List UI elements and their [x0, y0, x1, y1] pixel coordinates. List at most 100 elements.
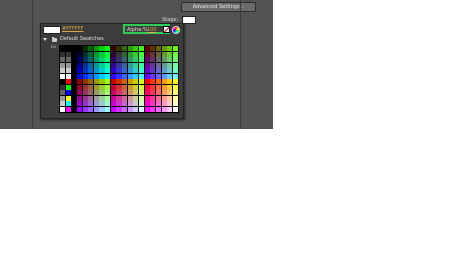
swatch-cell[interactable]: [172, 68, 178, 74]
swatch-cell[interactable]: [133, 62, 139, 68]
swatch-cell[interactable]: [127, 57, 133, 63]
swatch-cell[interactable]: [172, 79, 178, 85]
swatch-cell[interactable]: [110, 57, 116, 63]
swatch-cell[interactable]: [144, 62, 150, 68]
swatch-cell[interactable]: [76, 95, 83, 101]
swatch-cell[interactable]: [105, 95, 111, 101]
swatch-cell[interactable]: [122, 51, 128, 57]
swatch-cell[interactable]: [133, 73, 139, 79]
swatch-cell[interactable]: [133, 51, 139, 57]
swatch-cell[interactable]: [71, 51, 77, 57]
swatch-cell[interactable]: [105, 106, 111, 112]
swatch-cell[interactable]: [161, 51, 167, 57]
swatch-cell[interactable]: [138, 84, 145, 90]
swatch-cell[interactable]: [99, 62, 105, 68]
swatch-cell[interactable]: [167, 68, 173, 74]
swatch-cell[interactable]: [93, 73, 99, 79]
swatch-cell[interactable]: [99, 46, 105, 52]
swatch-cell[interactable]: [76, 68, 83, 74]
swatch-cell[interactable]: [93, 68, 99, 74]
swatch-cell[interactable]: [167, 90, 173, 96]
swatch-cell[interactable]: [155, 57, 162, 63]
swatch-cell[interactable]: [82, 106, 88, 112]
swatch-cell[interactable]: [122, 62, 128, 68]
swatch-cell[interactable]: [144, 84, 150, 90]
swatch-cell[interactable]: [167, 51, 173, 57]
swatch-cell[interactable]: [116, 90, 122, 96]
swatch-cell[interactable]: [110, 101, 116, 107]
swatch-cell[interactable]: [172, 90, 178, 96]
swatch-cell[interactable]: [65, 101, 71, 107]
swatch-cell[interactable]: [88, 73, 94, 79]
swatch-cell[interactable]: [76, 73, 83, 79]
swatch-cell[interactable]: [150, 95, 156, 101]
swatch-cell[interactable]: [144, 79, 150, 85]
no-color-icon[interactable]: [163, 26, 170, 33]
swatch-cell[interactable]: [99, 90, 105, 96]
swatch-cell[interactable]: [105, 73, 111, 79]
swatch-cell[interactable]: [122, 95, 128, 101]
swatch-cell[interactable]: [71, 79, 77, 85]
swatch-cell[interactable]: [150, 46, 156, 52]
swatch-cell[interactable]: [122, 68, 128, 74]
swatch-cell[interactable]: [82, 51, 88, 57]
swatch-cell[interactable]: [65, 51, 71, 57]
swatch-cell[interactable]: [138, 106, 145, 112]
swatch-cell[interactable]: [127, 106, 133, 112]
swatch-cell[interactable]: [155, 68, 162, 74]
swatch-cell[interactable]: [99, 79, 105, 85]
swatch-cell[interactable]: [155, 46, 162, 52]
swatch-cell[interactable]: [116, 106, 122, 112]
swatch-cell[interactable]: [133, 79, 139, 85]
swatch-cell[interactable]: [172, 106, 178, 112]
swatch-cell[interactable]: [144, 90, 150, 96]
swatch-cell[interactable]: [110, 73, 116, 79]
swatch-cell[interactable]: [76, 62, 83, 68]
alpha-value[interactable]: 100: [147, 27, 157, 33]
swatch-cell[interactable]: [127, 101, 133, 107]
swatch-cell[interactable]: [110, 68, 116, 74]
swatch-cell[interactable]: [122, 90, 128, 96]
swatch-cell[interactable]: [93, 79, 99, 85]
swatch-cell[interactable]: [133, 101, 139, 107]
swatch-cell[interactable]: [150, 68, 156, 74]
swatch-cell[interactable]: [60, 68, 66, 74]
swatch-cell[interactable]: [122, 106, 128, 112]
swatch-cell[interactable]: [82, 79, 88, 85]
swatch-cell[interactable]: [122, 57, 128, 63]
swatch-cell[interactable]: [60, 46, 66, 52]
swatch-cell[interactable]: [93, 95, 99, 101]
swatch-cell[interactable]: [167, 84, 173, 90]
swatch-cell[interactable]: [127, 95, 133, 101]
swatch-cell[interactable]: [105, 90, 111, 96]
swatch-cell[interactable]: [76, 46, 83, 52]
swatch-cell[interactable]: [155, 73, 162, 79]
swatch-cell[interactable]: [65, 68, 71, 74]
swatch-cell[interactable]: [65, 73, 71, 79]
swatch-cell[interactable]: [150, 101, 156, 107]
swatch-cell[interactable]: [150, 90, 156, 96]
swatch-cell[interactable]: [116, 46, 122, 52]
swatch-cell[interactable]: [88, 95, 94, 101]
swatch-cell[interactable]: [105, 79, 111, 85]
swatch-cell[interactable]: [144, 68, 150, 74]
swatch-cell[interactable]: [76, 57, 83, 63]
swatch-cell[interactable]: [144, 46, 150, 52]
swatch-cell[interactable]: [88, 46, 94, 52]
swatch-cell[interactable]: [105, 62, 111, 68]
swatch-cell[interactable]: [116, 68, 122, 74]
swatch-cell[interactable]: [93, 90, 99, 96]
swatch-cell[interactable]: [133, 57, 139, 63]
swatch-cell[interactable]: [161, 90, 167, 96]
swatch-cell[interactable]: [127, 51, 133, 57]
swatch-cell[interactable]: [155, 95, 162, 101]
swatch-cell[interactable]: [65, 46, 71, 52]
swatch-cell[interactable]: [144, 95, 150, 101]
swatch-cell[interactable]: [138, 101, 145, 107]
swatch-cell[interactable]: [71, 57, 77, 63]
swatch-cell[interactable]: [138, 90, 145, 96]
swatch-cell[interactable]: [172, 84, 178, 90]
swatch-cell[interactable]: [93, 51, 99, 57]
swatch-cell[interactable]: [71, 68, 77, 74]
swatch-cell[interactable]: [161, 106, 167, 112]
